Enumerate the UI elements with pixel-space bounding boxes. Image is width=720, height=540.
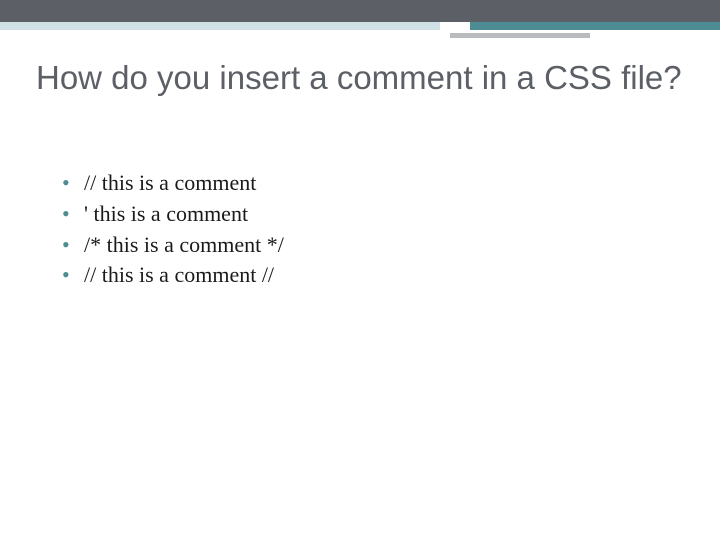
list-item: ' this is a comment bbox=[80, 199, 660, 230]
list-item: /* this is a comment */ bbox=[80, 230, 660, 261]
accent-row-2 bbox=[0, 33, 720, 38]
list-item: // this is a comment bbox=[80, 168, 660, 199]
slide: How do you insert a comment in a CSS fil… bbox=[0, 0, 720, 540]
options-list: // this is a comment ' this is a comment… bbox=[56, 168, 660, 291]
accent-strip bbox=[0, 22, 720, 42]
slide-title: How do you insert a comment in a CSS fil… bbox=[36, 58, 684, 98]
accent-row-1 bbox=[0, 22, 720, 30]
list-item: // this is a comment // bbox=[80, 260, 660, 291]
top-bar bbox=[0, 0, 720, 22]
slide-body: // this is a comment ' this is a comment… bbox=[56, 168, 660, 291]
